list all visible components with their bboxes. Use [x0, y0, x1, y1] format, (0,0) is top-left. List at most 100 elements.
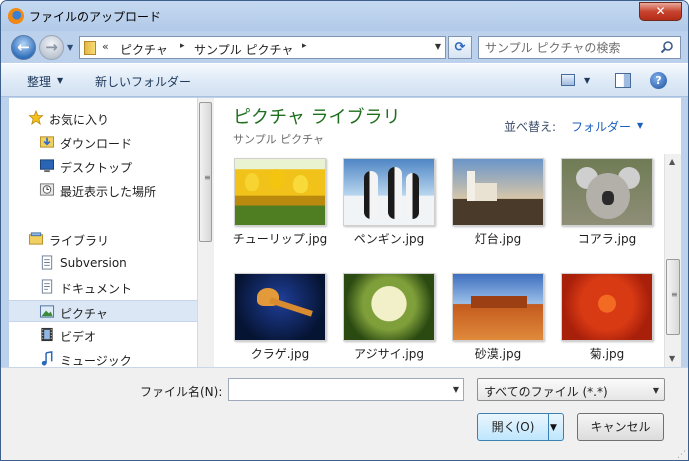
search-input[interactable] [485, 40, 655, 56]
sidebar-item-downloads[interactable]: ダウンロード [9, 131, 197, 153]
sidebar-item-desktop[interactable]: デスクトップ [9, 155, 197, 177]
scrollbar-thumb[interactable]: ≡ [199, 102, 212, 242]
resize-grip-icon[interactable]: ⋰ [677, 450, 686, 460]
jellyfish-thumbnail [234, 273, 326, 341]
documents-icon [41, 279, 53, 294]
sidebar-item-pictures[interactable]: ピクチャ [9, 300, 197, 322]
breadcrumb-arrow-icon[interactable]: ▸ [302, 41, 307, 51]
chevron-down-icon[interactable]: ▼ [57, 76, 63, 85]
file-name: ペンギン.jpg [353, 232, 425, 246]
address-dropdown-button[interactable]: ▼ [435, 42, 441, 51]
download-folder-icon [39, 136, 55, 148]
file-name: 菊.jpg [589, 347, 625, 361]
file-name: チューリップ.jpg [232, 232, 328, 246]
chevron-down-icon[interactable]: ▼ [453, 385, 459, 394]
navigation-bar: ← → ▼ « ピクチャ ▸ サンプル ピクチャ ▸ ▼ ⟳ [1, 31, 688, 63]
open-options-dropdown[interactable]: ▼ [550, 423, 557, 433]
sidebar-item-libraries[interactable]: ライブラリ [9, 228, 197, 250]
sidebar-item-label: お気に入り [49, 113, 110, 127]
file-tile[interactable]: 砂漠.jpg [450, 273, 546, 363]
forward-button[interactable]: → [39, 35, 64, 60]
breadcrumb-arrow-icon[interactable]: ▸ [180, 41, 185, 51]
sort-label: 並べ替え: [504, 120, 557, 134]
back-button[interactable]: ← [11, 35, 36, 60]
chevron-down-icon[interactable]: ▼ [653, 386, 659, 395]
file-name: 砂漠.jpg [474, 347, 522, 361]
scroll-up-icon[interactable]: ▲ [669, 157, 675, 166]
view-options-dropdown[interactable]: ▼ [584, 76, 590, 85]
videos-icon [41, 327, 53, 342]
recent-pages-dropdown[interactable]: ▼ [67, 43, 73, 52]
library-subtitle: サンプル ピクチャ [233, 133, 325, 146]
sidebar-item-favorites[interactable]: お気に入り [9, 107, 197, 129]
file-name-combobox[interactable]: ▼ [228, 378, 464, 401]
scroll-down-icon[interactable]: ▼ [669, 354, 675, 363]
file-tile[interactable]: チューリップ.jpg [232, 158, 328, 248]
hydrangeas-thumbnail [343, 273, 435, 341]
firefox-icon [8, 8, 24, 24]
address-bar[interactable]: « ピクチャ ▸ サンプル ピクチャ ▸ ▼ [79, 36, 446, 59]
library-icon [28, 232, 44, 245]
sidebar-item-label: Subversion [60, 256, 127, 270]
sidebar-item-label: デスクトップ [60, 161, 133, 175]
penguins-thumbnail [343, 158, 435, 226]
refresh-button[interactable]: ⟳ [448, 36, 472, 59]
search-box[interactable] [478, 36, 681, 59]
open-button[interactable]: 開く(O) ▼ [477, 413, 564, 441]
chrysanthemum-thumbnail [561, 273, 653, 341]
file-tile[interactable]: ペンギン.jpg [341, 158, 437, 248]
sidebar-item-label: ダウンロード [60, 137, 133, 151]
sidebar-item-label: ドキュメント [60, 282, 133, 296]
file-tile[interactable]: 菊.jpg [559, 273, 655, 363]
organize-button[interactable]: 整理 [27, 73, 51, 90]
title-bar: ファイルのアップロード ✕ [1, 1, 688, 31]
file-tile[interactable]: 灯台.jpg [450, 158, 546, 248]
file-name: 灯台.jpg [474, 232, 522, 246]
sidebar-item-music[interactable]: ミュージック [9, 348, 197, 367]
file-tile[interactable]: クラゲ.jpg [232, 273, 328, 363]
desert-thumbnail [452, 273, 544, 341]
scrollbar-thumb[interactable]: ≡ [666, 259, 680, 335]
lighthouse-thumbnail [452, 158, 544, 226]
star-icon [28, 110, 44, 125]
breadcrumb-overflow[interactable]: « [102, 40, 109, 53]
breadcrumb-sample-pictures[interactable]: サンプル ピクチャ [194, 41, 293, 58]
file-tile[interactable]: アジサイ.jpg [341, 273, 437, 363]
dialog-footer: ファイル名(N): ▼ すべてのファイル (*.*) ▼ 開く(O) ▼ キャン… [1, 367, 688, 460]
tulips-thumbnail [234, 158, 326, 226]
sidebar-item-label: 最近表示した場所 [60, 185, 157, 199]
new-folder-button[interactable]: 新しいフォルダー [95, 73, 191, 90]
preview-pane-icon[interactable] [615, 73, 631, 88]
file-tile[interactable]: コアラ.jpg [559, 158, 655, 248]
recent-places-icon [39, 183, 55, 196]
sidebar-item-documents[interactable]: ドキュメント [9, 276, 197, 298]
file-type-filter-value: すべてのファイル (*.*) [484, 385, 608, 399]
sidebar-item-videos[interactable]: ビデオ [9, 324, 197, 346]
search-icon[interactable] [660, 40, 674, 54]
desktop-icon [39, 159, 55, 173]
sidebar-item-subversion[interactable]: Subversion [9, 252, 197, 274]
file-type-filter[interactable]: すべてのファイル (*.*) ▼ [477, 378, 665, 401]
document-library-icon [41, 255, 53, 270]
breadcrumb-pictures[interactable]: ピクチャ [120, 41, 168, 58]
navigation-pane-scrollbar[interactable]: ≡ [197, 98, 214, 367]
open-button-label[interactable]: 開く(O) [478, 414, 548, 440]
close-button[interactable]: ✕ [639, 2, 682, 21]
file-name: アジサイ.jpg [354, 347, 424, 361]
sidebar-item-label: ビデオ [60, 330, 97, 344]
sidebar-item-label: ピクチャ [60, 307, 108, 321]
change-view-icon[interactable] [561, 74, 575, 86]
file-list-pane: ピクチャ ライブラリ サンプル ピクチャ 並べ替え: フォルダー ▼ チューリッ… [214, 98, 681, 367]
file-list-scrollbar[interactable]: ▲ ≡ ▼ [664, 154, 681, 367]
cancel-button[interactable]: キャンセル [577, 413, 664, 441]
arrange-by-dropdown[interactable]: フォルダー [571, 118, 631, 135]
koala-thumbnail [561, 158, 653, 226]
chevron-down-icon[interactable]: ▼ [637, 121, 643, 130]
file-name-input[interactable] [233, 382, 438, 398]
file-name: クラゲ.jpg [250, 347, 310, 361]
library-title: ピクチャ ライブラリ [233, 107, 401, 128]
sidebar-item-recent-places[interactable]: 最近表示した場所 [9, 179, 197, 201]
help-icon[interactable]: ? [650, 72, 667, 89]
sidebar-item-label: ミュージック [60, 354, 132, 367]
navigation-pane: お気に入り ダウンロード デスクトップ 最近表示した場所 ライブラリ Subve… [9, 98, 197, 367]
